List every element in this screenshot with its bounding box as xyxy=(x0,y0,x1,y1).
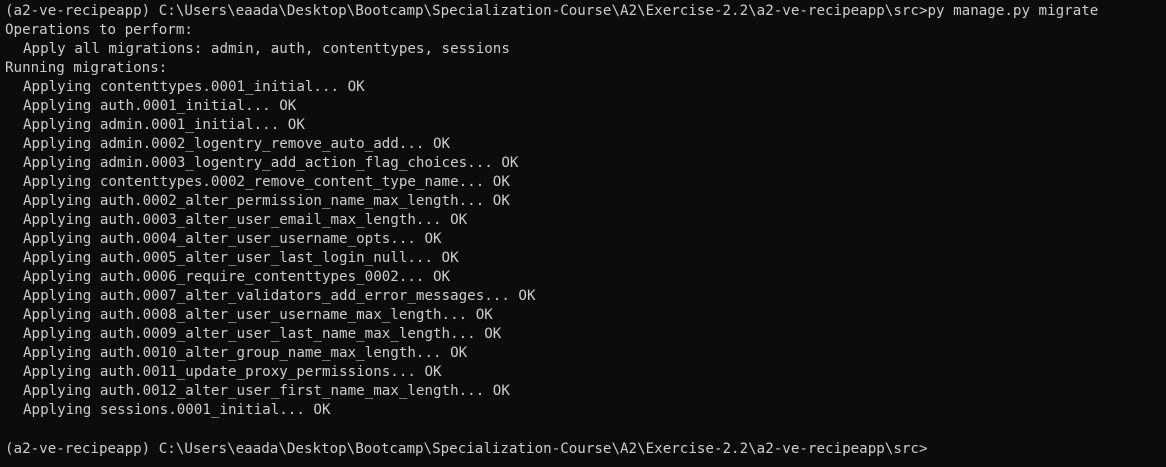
migration-line: Applying auth.0003_alter_user_email_max_… xyxy=(23,212,468,228)
command-line: (a2-ve-recipeapp) C:\Users\eaada\Desktop… xyxy=(5,3,1099,19)
migration-line: Applying auth.0006_require_contenttypes_… xyxy=(23,269,451,285)
migration-line: Applying auth.0005_alter_user_last_login… xyxy=(23,250,459,266)
migration-line: Applying auth.0010_alter_group_name_max_… xyxy=(23,345,468,361)
terminal-window[interactable]: (a2-ve-recipeapp) C:\Users\eaada\Desktop… xyxy=(0,0,1166,467)
apply-all-line: Apply all migrations: admin, auth, conte… xyxy=(23,41,510,57)
current-prompt[interactable]: (a2-ve-recipeapp) C:\Users\eaada\Desktop… xyxy=(5,440,928,459)
migration-line: Applying auth.0008_alter_user_username_m… xyxy=(23,307,493,323)
migration-line: Applying admin.0001_initial... OK xyxy=(23,117,305,133)
migration-line: Applying contenttypes.0001_initial... OK xyxy=(23,79,365,95)
migration-line: Applying auth.0009_alter_user_last_name_… xyxy=(23,326,502,342)
operations-header: Operations to perform: xyxy=(5,22,193,38)
migration-line: Applying contenttypes.0002_remove_conten… xyxy=(23,174,510,190)
migration-line: Applying admin.0003_logentry_add_action_… xyxy=(23,155,519,171)
migration-line: Applying admin.0002_logentry_remove_auto… xyxy=(23,136,451,152)
migration-line: Applying auth.0002_alter_permission_name… xyxy=(23,193,510,209)
migration-line: Applying auth.0012_alter_user_first_name… xyxy=(23,383,510,399)
migration-line: Applying auth.0004_alter_user_username_o… xyxy=(23,231,442,247)
migration-line: Applying sessions.0001_initial... OK xyxy=(23,402,331,418)
running-header: Running migrations: xyxy=(5,60,168,76)
migration-line: Applying auth.0011_update_proxy_permissi… xyxy=(23,364,442,380)
migration-line: Applying auth.0007_alter_validators_add_… xyxy=(23,288,536,304)
migration-line: Applying auth.0001_initial... OK xyxy=(23,98,297,114)
